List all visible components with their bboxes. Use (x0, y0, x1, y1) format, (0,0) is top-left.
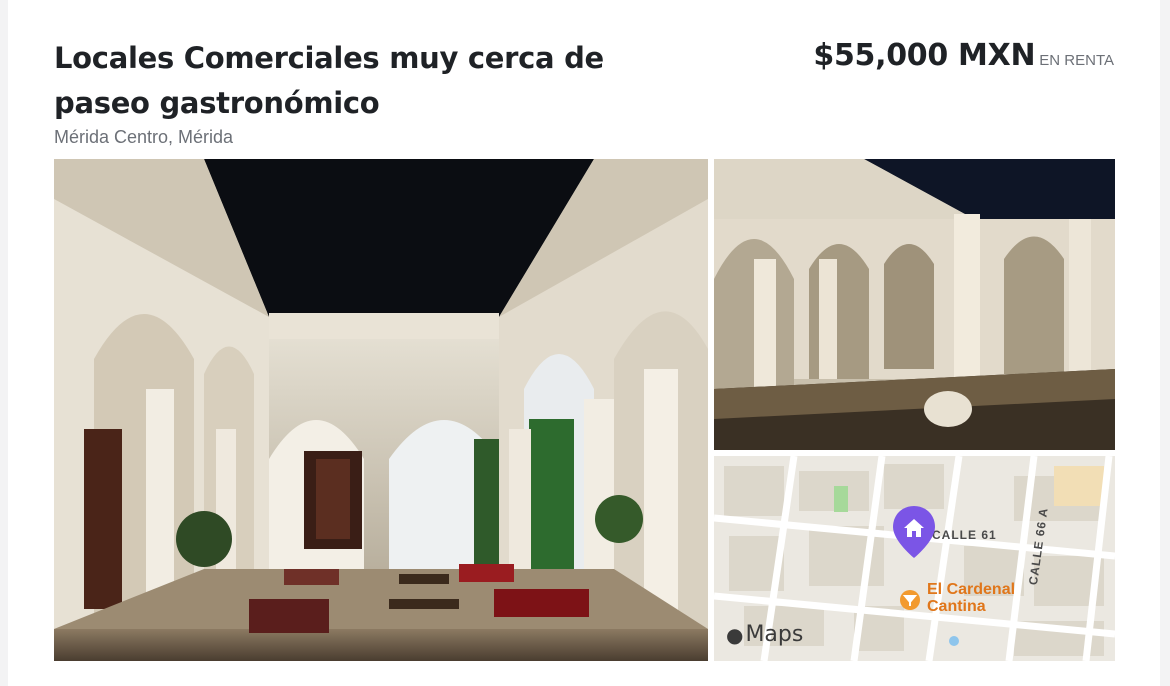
listing-price: $55,000 MXN (813, 38, 1036, 73)
apple-icon: ● (726, 622, 744, 647)
listing-title: Locales Comerciales muy cerca de paseo g… (54, 41, 604, 120)
location-map[interactable]: CALLE 61 CALLE 66 A El Cardenal Cantina … (714, 456, 1115, 661)
maps-brand-text: Maps (745, 622, 804, 647)
operation-type: EN RENTA (1039, 52, 1114, 69)
restaurant-icon[interactable] (899, 589, 921, 611)
gallery-photo[interactable] (714, 159, 1115, 450)
arcade-illustration (714, 159, 1115, 450)
home-icon[interactable] (891, 504, 937, 560)
maps-brand: ● Maps (726, 622, 803, 647)
courtyard-illustration (54, 159, 708, 661)
listing-location: Mérida Centro, Mérida (54, 127, 234, 147)
main-photo[interactable] (54, 159, 708, 661)
price-block: $55,000 MXN EN RENTA (813, 38, 1114, 73)
street-label-61: CALLE 61 (932, 528, 997, 542)
poi-label[interactable]: El Cardenal Cantina (927, 581, 1015, 615)
